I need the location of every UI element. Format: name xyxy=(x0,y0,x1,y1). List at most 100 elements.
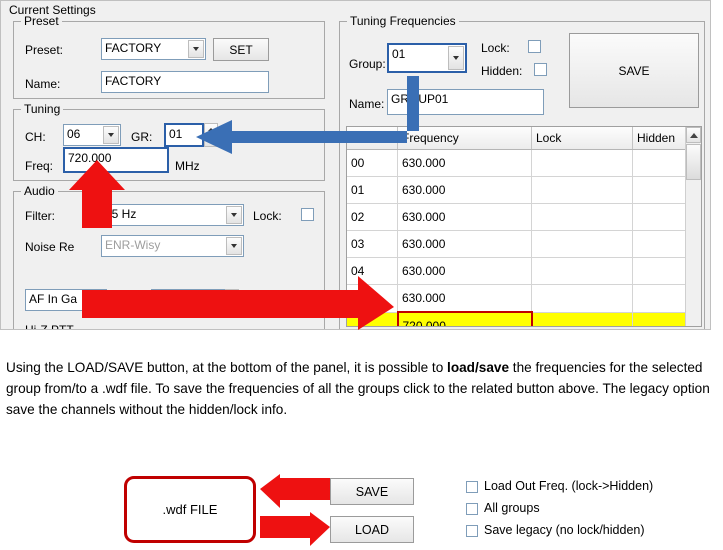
cell-lock[interactable] xyxy=(531,230,633,258)
table-row[interactable]: 05 630.000 xyxy=(347,284,701,313)
cell-lock[interactable] xyxy=(531,257,633,285)
figure-load-button[interactable]: LOAD xyxy=(330,516,414,543)
cell-ch[interactable]: 00 xyxy=(347,149,398,177)
preset-name-input[interactable]: FACTORY xyxy=(101,71,269,93)
table-row[interactable]: 01 630.000 xyxy=(347,176,701,204)
all-groups-checkbox[interactable] xyxy=(466,503,478,515)
description-paragraph: Using the LOAD/SAVE button, at the botto… xyxy=(6,357,718,420)
af-in-gain-label: AF In Ga xyxy=(29,292,78,306)
group-select-value: 01 xyxy=(392,47,406,61)
cell-ch[interactable] xyxy=(347,312,398,326)
cell-lock[interactable] xyxy=(531,203,633,231)
arrow-right-icon xyxy=(260,512,330,546)
filter-select[interactable]: 65 Hz xyxy=(101,204,244,226)
cell-ch[interactable]: 04 xyxy=(347,257,398,285)
cell-ch[interactable]: 02 xyxy=(347,203,398,231)
cell-frequency[interactable]: 630.000 xyxy=(397,203,532,231)
figure-save-button[interactable]: SAVE xyxy=(330,478,414,505)
cell-frequency[interactable]: 630.000 xyxy=(397,284,532,313)
chevron-down-icon[interactable] xyxy=(448,46,464,70)
scroll-up-arrow-icon[interactable] xyxy=(686,127,701,143)
af-in-gain-input[interactable]: 10 xyxy=(151,289,226,311)
cell-frequency[interactable]: 630.000 xyxy=(397,149,532,177)
chevron-down-icon[interactable] xyxy=(226,206,242,224)
filter-label: Filter: xyxy=(25,209,55,223)
table-header-row: CH Frequency Lock Hidden xyxy=(347,127,701,150)
table-scrollbar[interactable] xyxy=(685,127,701,326)
ch-select[interactable]: 06 xyxy=(63,124,121,146)
table-row[interactable]: 00 630.000 xyxy=(347,149,701,177)
scrollbar-thumb[interactable] xyxy=(686,144,701,180)
gr-stepper-down[interactable] xyxy=(205,135,217,146)
load-out-freq-checkbox[interactable] xyxy=(466,481,478,493)
hi-z-ptt-label: Hi-Z PTT xyxy=(25,323,74,330)
save-legacy-checkbox[interactable] xyxy=(466,525,478,537)
af-in-gain-stepper[interactable] xyxy=(225,289,239,311)
audio-lock-label: Lock: xyxy=(253,209,282,223)
af-in-gain-unit: dB xyxy=(239,294,254,308)
freq-label: Freq: xyxy=(25,159,54,173)
chevron-down-icon[interactable] xyxy=(188,40,204,58)
gr-stepper[interactable] xyxy=(204,123,218,147)
audio-lock-checkbox[interactable] xyxy=(301,208,314,221)
noise-reduction-value: ENR-Wisy xyxy=(105,238,161,252)
group-label: Group: xyxy=(349,57,386,71)
table-row[interactable]: 03 630.000 xyxy=(347,230,701,258)
preset-select[interactable]: FACTORY xyxy=(101,38,206,60)
column-header-lock[interactable]: Lock xyxy=(531,127,633,150)
af-gain-stepper-down[interactable] xyxy=(226,300,238,310)
gr-label: GR: xyxy=(131,130,153,144)
chevron-down-icon[interactable] xyxy=(89,291,105,309)
cell-ch[interactable]: 03 xyxy=(347,230,398,258)
save-group-button[interactable]: SAVE xyxy=(569,33,699,108)
cell-lock[interactable] xyxy=(531,312,633,326)
table-row[interactable]: 720.000 xyxy=(347,311,701,326)
group-lock-label: Lock: xyxy=(481,41,510,55)
load-out-freq-label: Load Out Freq. (lock->Hidden) xyxy=(484,479,654,493)
column-header-frequency[interactable]: Frequency xyxy=(397,127,532,150)
group-lock-checkbox[interactable] xyxy=(528,40,541,53)
set-button[interactable]: SET xyxy=(213,38,269,61)
group-name-label: Name: xyxy=(349,97,385,111)
arrow-left-icon xyxy=(260,474,330,508)
noise-reduction-label: Noise Re xyxy=(25,240,75,254)
ch-label: CH: xyxy=(25,130,46,144)
tuning-groupbox-title: Tuning xyxy=(21,102,64,116)
af-in-gain-select[interactable]: AF In Ga xyxy=(25,289,107,311)
audio-groupbox-title: Audio xyxy=(21,184,58,198)
group-hidden-checkbox[interactable] xyxy=(534,63,547,76)
tuning-frequencies-title: Tuning Frequencies xyxy=(347,14,459,28)
table-row[interactable]: 04 630.000 xyxy=(347,257,701,285)
paragraph-bold-load-save: load/save xyxy=(447,360,510,375)
cell-frequency[interactable]: 630.000 xyxy=(397,257,532,285)
noise-reduction-select[interactable]: ENR-Wisy xyxy=(101,235,244,257)
cell-ch[interactable]: 01 xyxy=(347,176,398,204)
cell-frequency[interactable]: 630.000 xyxy=(397,230,532,258)
freq-input[interactable]: 720.000 xyxy=(63,147,169,173)
cell-frequency[interactable]: 720.000 xyxy=(396,311,533,326)
column-header-ch[interactable]: CH xyxy=(347,127,398,150)
group-name-input[interactable]: GROUP01 xyxy=(387,89,544,115)
cell-frequency[interactable]: 630.000 xyxy=(397,176,532,204)
wdf-file-label: .wdf FILE xyxy=(162,502,218,517)
table-row[interactable]: 02 630.000 xyxy=(347,203,701,231)
frequency-table[interactable]: CH Frequency Lock Hidden 00 630.000 01 630.… xyxy=(346,126,702,327)
save-legacy-label: Save legacy (no lock/hidden) xyxy=(484,523,645,537)
cell-ch[interactable]: 05 xyxy=(347,284,398,313)
all-groups-label: All groups xyxy=(484,501,540,515)
chevron-down-icon[interactable] xyxy=(226,237,242,255)
preset-select-value: FACTORY xyxy=(105,41,162,55)
figure-arrows xyxy=(260,474,330,546)
cell-lock[interactable] xyxy=(531,149,633,177)
wdf-file-box: .wdf FILE xyxy=(124,476,256,543)
paragraph-part-1: Using the LOAD/SAVE button, at the botto… xyxy=(6,360,448,375)
gr-input[interactable]: 01 xyxy=(164,123,204,147)
freq-unit-label: MHz xyxy=(175,159,200,173)
chevron-down-icon[interactable] xyxy=(103,126,119,144)
group-select[interactable]: 01 xyxy=(387,43,467,73)
current-settings-panel: Current Settings Preset Preset: FACTORY … xyxy=(0,0,711,330)
preset-label: Preset: xyxy=(25,43,64,57)
cell-lock[interactable] xyxy=(531,284,633,313)
cell-lock[interactable] xyxy=(531,176,633,204)
preset-name-label: Name: xyxy=(25,77,61,91)
